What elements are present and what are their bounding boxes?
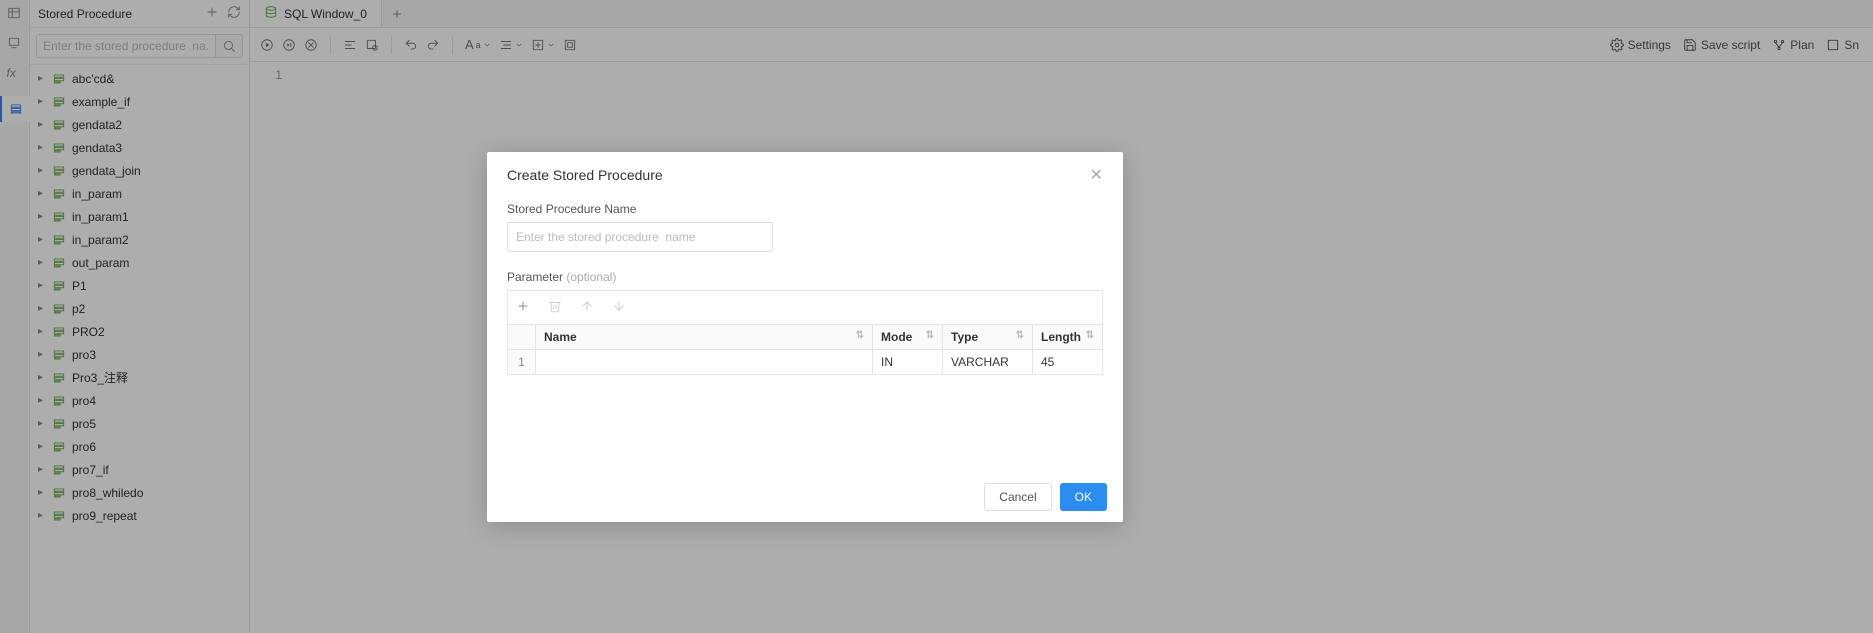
cell-name[interactable] <box>536 350 873 375</box>
close-icon[interactable]: ✕ <box>1090 165 1103 185</box>
ok-button[interactable]: OK <box>1060 483 1107 511</box>
move-up-icon[interactable] <box>580 299 594 316</box>
table-row[interactable]: 1 INVARCHAR45 <box>508 350 1103 375</box>
modal-header: Create Stored Procedure ✕ <box>487 152 1123 198</box>
col-mode[interactable]: Mode⇅ <box>873 325 943 350</box>
parameter-table: Name⇅ Mode⇅ Type⇅ Length⇅ 1 INVARCHAR45 <box>507 324 1103 375</box>
cancel-button[interactable]: Cancel <box>984 483 1051 511</box>
col-length[interactable]: Length⇅ <box>1033 325 1103 350</box>
cell-type[interactable]: VARCHAR <box>943 350 1033 375</box>
col-type[interactable]: Type⇅ <box>943 325 1033 350</box>
procedure-name-input[interactable] <box>507 222 773 252</box>
modal-footer: Cancel OK <box>487 472 1123 522</box>
delete-param-icon[interactable] <box>548 299 562 316</box>
parameter-section: Parameter (optional) Name⇅ Mode⇅ Type⇅ L… <box>507 270 1103 375</box>
modal-body: Stored Procedure Name Parameter (optiona… <box>487 198 1123 472</box>
parameter-toolbar <box>507 290 1103 324</box>
cell-length[interactable]: 45 <box>1033 350 1103 375</box>
parameter-label: Parameter (optional) <box>507 270 1103 284</box>
sort-icon[interactable]: ⇅ <box>926 330 934 341</box>
col-name[interactable]: Name⇅ <box>536 325 873 350</box>
sort-icon[interactable]: ⇅ <box>1016 330 1024 341</box>
col-rownum <box>508 325 536 350</box>
cell-mode[interactable]: IN <box>873 350 943 375</box>
add-param-icon[interactable] <box>516 299 530 316</box>
cell-rownum: 1 <box>508 350 536 375</box>
modal-title: Create Stored Procedure <box>507 167 1090 183</box>
create-stored-procedure-modal: Create Stored Procedure ✕ Stored Procedu… <box>487 152 1123 522</box>
sort-icon[interactable]: ⇅ <box>1086 330 1094 341</box>
move-down-icon[interactable] <box>612 299 626 316</box>
sort-icon[interactable]: ⇅ <box>856 330 864 341</box>
name-field-label: Stored Procedure Name <box>507 202 1103 216</box>
